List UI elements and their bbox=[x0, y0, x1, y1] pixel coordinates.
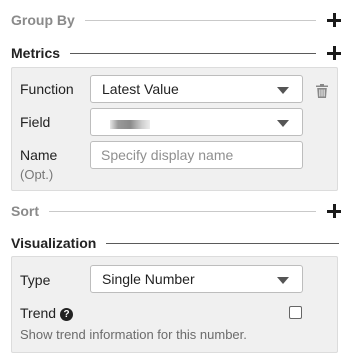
trend-label-row: Trend? bbox=[20, 305, 74, 321]
name-label: Name bbox=[20, 147, 58, 163]
metric-panel: Function Latest Value Field Name (Opt.) bbox=[11, 67, 338, 191]
field-label: Field bbox=[20, 114, 51, 130]
trend-checkbox[interactable] bbox=[289, 306, 302, 319]
group-by-title: Group By bbox=[11, 12, 75, 28]
add-sort-button[interactable] bbox=[326, 203, 342, 219]
caret-down-icon bbox=[277, 87, 289, 94]
field-select-value-redacted bbox=[110, 120, 150, 129]
visualization-divider bbox=[106, 242, 339, 244]
type-label: Type bbox=[20, 272, 51, 288]
caret-down-icon bbox=[277, 120, 289, 127]
group-by-divider bbox=[84, 19, 316, 21]
metrics-header: Metrics bbox=[11, 44, 347, 62]
trend-label: Trend bbox=[20, 305, 57, 321]
display-name-input[interactable] bbox=[90, 141, 303, 169]
visualization-header: Visualization bbox=[11, 234, 347, 252]
function-label: Function bbox=[20, 81, 74, 97]
sort-divider bbox=[49, 210, 316, 212]
sort-title: Sort bbox=[11, 203, 39, 219]
function-select[interactable]: Latest Value bbox=[90, 75, 303, 103]
metrics-title: Metrics bbox=[11, 45, 61, 61]
type-select-value: Single Number bbox=[102, 271, 195, 287]
type-select[interactable]: Single Number bbox=[90, 265, 303, 293]
add-group-by-button[interactable] bbox=[326, 12, 342, 28]
trash-icon[interactable] bbox=[316, 84, 328, 98]
name-optional-label: (Opt.) bbox=[20, 167, 54, 182]
add-metric-button[interactable] bbox=[326, 45, 342, 61]
trend-description: Show trend information for this number. bbox=[20, 327, 247, 342]
field-select[interactable] bbox=[90, 108, 303, 136]
function-select-value: Latest Value bbox=[102, 81, 179, 97]
visualization-panel: Type Single Number Trend? Show trend inf… bbox=[11, 256, 338, 353]
question-circle-icon[interactable]: ? bbox=[60, 308, 74, 321]
group-by-header: Group By bbox=[11, 11, 347, 29]
metrics-divider bbox=[70, 52, 316, 54]
sort-header: Sort bbox=[11, 202, 347, 220]
visualization-title: Visualization bbox=[11, 235, 97, 251]
caret-down-icon bbox=[277, 277, 289, 284]
